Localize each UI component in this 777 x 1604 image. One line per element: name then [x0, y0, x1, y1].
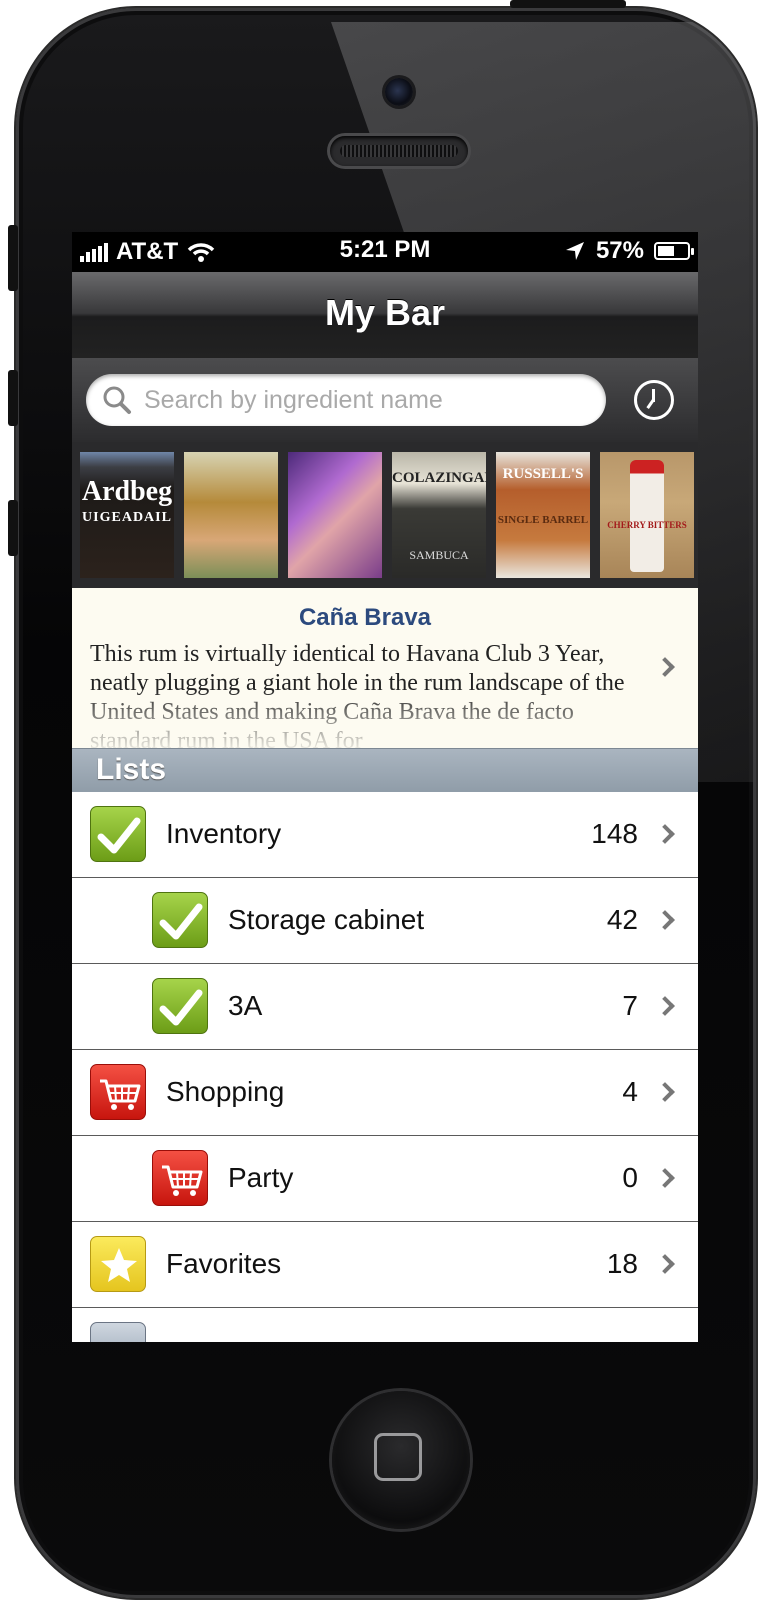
list-item-label: 3A — [228, 990, 263, 1021]
earpiece-speaker — [330, 136, 468, 166]
lists-section-header: Lists — [72, 748, 698, 794]
chevron-right-icon — [655, 1082, 675, 1102]
thumbnail-subcaption: SAMBUCA — [409, 548, 469, 562]
checkmark-icon — [152, 892, 208, 948]
list-item-3a[interactable]: 3A 7 — [72, 964, 698, 1050]
shopping-cart-icon — [90, 1064, 146, 1120]
bottle-thumbnail[interactable]: CHERRY BITTERS — [600, 452, 694, 578]
chevron-right-icon — [655, 910, 675, 930]
bottle-thumbnail[interactable]: RUSSELL'S SINGLE BARREL — [496, 452, 590, 578]
bottle-thumbnail[interactable]: Ardbeg UIGEADAIL — [80, 452, 174, 578]
chevron-right-icon — [655, 657, 675, 677]
battery-percent: 57% — [595, 237, 644, 264]
thumbnail-caption: Ardbeg — [81, 476, 173, 507]
checkmark-icon — [90, 806, 146, 862]
list-item-label: Favorites — [166, 1248, 282, 1279]
history-clock-icon[interactable] — [634, 380, 674, 420]
list-item-shopping[interactable]: Shopping 4 — [72, 1050, 698, 1136]
chevron-right-icon — [655, 824, 675, 844]
location-arrow-icon — [565, 242, 584, 260]
list-item-label: Inventory — [166, 818, 282, 849]
section-title: Lists — [96, 753, 167, 786]
featured-title: Caña Brava — [298, 604, 432, 631]
lists-table: Inventory 148 Storage cabinet 42 3A 7 Sh… — [72, 792, 698, 1342]
chevron-right-icon — [655, 1254, 675, 1274]
list-item-label: Shopping — [166, 1076, 285, 1107]
flag-icon — [90, 1322, 146, 1342]
bottle-shape — [630, 460, 664, 572]
status-bar: AT&T 5:21 PM 57% — [72, 232, 698, 272]
thumbnail-subcaption: CHERRY BITTERS — [607, 520, 687, 530]
search-bar — [72, 358, 698, 442]
bottle-photo-strip[interactable]: Ardbeg UIGEADAIL COLAZINGARI SAMBUCA RUS… — [72, 442, 698, 588]
list-item-party[interactable]: Party 0 — [72, 1136, 698, 1222]
volume-down-button[interactable] — [8, 500, 18, 556]
search-input[interactable] — [142, 384, 586, 416]
list-item-label: Storage cabinet — [228, 904, 425, 935]
bottle-thumbnail[interactable]: COLAZINGARI SAMBUCA — [392, 452, 486, 578]
list-item-favorites[interactable]: Favorites 18 — [72, 1222, 698, 1308]
list-item-storage-cabinet[interactable]: Storage cabinet 42 — [72, 878, 698, 964]
volume-up-button[interactable] — [8, 370, 18, 426]
sleep-button[interactable] — [510, 0, 626, 8]
app-screen: AT&T 5:21 PM 57% My Bar Search by ingred… — [72, 232, 698, 1342]
chevron-right-icon — [655, 996, 675, 1016]
search-icon — [103, 386, 131, 414]
chevron-right-icon — [655, 1168, 675, 1188]
featured-ingredient-card[interactable]: Caña Brava This rum is virtually identic… — [72, 588, 698, 748]
list-item-count: 148 — [591, 818, 638, 849]
shopping-cart-icon — [152, 1150, 208, 1206]
thumbnail-subcaption: UIGEADAIL — [82, 510, 172, 525]
home-button[interactable] — [332, 1391, 470, 1529]
navigation-bar: My Bar — [72, 272, 698, 359]
thumbnail-caption: COLAZINGARI — [392, 470, 486, 486]
list-item-inventory[interactable]: Inventory 148 — [72, 792, 698, 878]
checkmark-icon — [152, 978, 208, 1034]
page-title: My Bar — [324, 292, 446, 333]
home-square-icon — [374, 1433, 422, 1481]
thumbnail-subcaption: SINGLE BARREL — [497, 514, 589, 526]
mute-switch[interactable] — [8, 225, 18, 291]
list-item-count: 18 — [606, 1248, 638, 1279]
search-field[interactable] — [86, 374, 606, 426]
text-fade — [72, 688, 698, 748]
list-item-count: 0 — [622, 1162, 638, 1193]
list-item-count: 7 — [622, 990, 638, 1021]
star-icon — [90, 1236, 146, 1292]
bottle-thumbnail[interactable] — [288, 452, 382, 578]
list-item-count: 4 — [622, 1076, 638, 1107]
thumbnail-caption: RUSSELL'S — [502, 466, 584, 482]
list-item-count: 42 — [606, 904, 638, 935]
battery-icon — [654, 242, 694, 260]
front-camera — [385, 78, 413, 106]
list-item-partial[interactable] — [72, 1308, 698, 1342]
list-item-label: Party — [228, 1162, 294, 1193]
bottle-thumbnail[interactable] — [184, 452, 278, 578]
